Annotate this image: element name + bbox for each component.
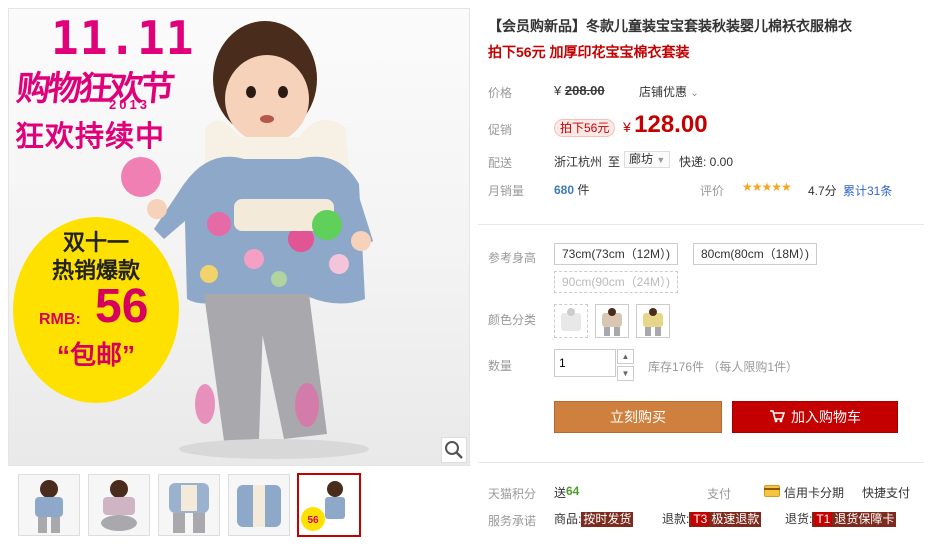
promotion-price-value: 128.00 bbox=[634, 111, 708, 138]
promotion-currency: ¥ bbox=[623, 119, 631, 135]
color-swatch-2[interactable] bbox=[595, 304, 629, 338]
points-label: 天猫积分 bbox=[488, 487, 537, 501]
service-item-2-tag: T3 极速退款 bbox=[689, 512, 762, 527]
service-item-1-label: 商品: bbox=[554, 512, 582, 526]
promotion-price: ¥ 128.00 bbox=[623, 111, 708, 139]
sales-count-value: 680 bbox=[554, 183, 575, 197]
size-option-90[interactable]: 90cm(90cm（24M）) bbox=[554, 271, 679, 293]
size-option-80[interactable]: 80cm(80cm（18M）) bbox=[693, 243, 818, 265]
service-item-2-text: 极速退款 bbox=[711, 512, 760, 526]
points-give: 送 bbox=[554, 486, 567, 500]
service-item-2-label: 退款: bbox=[662, 512, 690, 526]
service-item-2[interactable]: 退款: T3 极速退款 bbox=[662, 510, 762, 527]
service-item-1[interactable]: 商品: 按时发货 bbox=[554, 510, 634, 527]
size-label: 参考身高 bbox=[488, 251, 537, 265]
rating-stars-icon: ★★★★★ bbox=[742, 180, 792, 194]
svg-text:56: 56 bbox=[307, 515, 319, 526]
shipping-label: 配送 bbox=[488, 156, 513, 170]
badge-price-prefix: RMB: bbox=[39, 311, 81, 328]
service-label: 服务承诺 bbox=[488, 514, 537, 528]
original-price: ¥ 208.00 bbox=[554, 83, 605, 98]
buy-now-button[interactable]: 立刻购买 bbox=[554, 401, 722, 433]
cart-icon bbox=[769, 403, 786, 433]
points-value: 64 bbox=[566, 484, 580, 498]
service-item-3-text: 退货保障卡 bbox=[834, 512, 895, 526]
caret-down-icon: ▼ bbox=[656, 155, 666, 165]
sales-count: 680 件 bbox=[554, 181, 589, 198]
service-item-3-tag: T1 退货保障卡 bbox=[812, 512, 897, 527]
chevron-down-icon: ⌄ bbox=[690, 88, 699, 99]
add-to-cart-label: 加入购物车 bbox=[791, 409, 861, 425]
store-discount-label: 店铺优惠 bbox=[639, 85, 688, 99]
badge-shipping: “包邮” bbox=[56, 340, 135, 370]
quantity-label: 数量 bbox=[488, 359, 513, 373]
product-title: 【会员购新品】冬款儿童装宝宝套装秋装婴儿棉袄衣服棉衣 bbox=[488, 18, 852, 34]
quantity-decrease-button[interactable]: ▼ bbox=[617, 366, 634, 381]
thumbnail-2[interactable] bbox=[88, 474, 150, 536]
shipping-to-word: 至 bbox=[608, 155, 621, 169]
divider bbox=[478, 224, 924, 225]
original-price-value: 208.00 bbox=[564, 83, 605, 98]
product-subtitle: 拍下56元 加厚印花宝宝棉衣套装 bbox=[488, 44, 690, 60]
quick-pay[interactable]: 快捷支付 bbox=[862, 484, 910, 501]
color-swatch-3[interactable] bbox=[636, 304, 670, 338]
review-count-link[interactable]: 累计31条 bbox=[843, 182, 892, 199]
shipping-from: 浙江杭州 bbox=[554, 155, 603, 169]
size-option-73[interactable]: 73cm(73cm（12M）) bbox=[554, 243, 679, 265]
pay-label: 支付 bbox=[707, 487, 732, 501]
service-item-3[interactable]: 退货: T1 退货保障卡 bbox=[785, 510, 897, 527]
badge-price: 56 bbox=[95, 280, 149, 333]
main-product-image[interactable]: 11.11 购物狂欢节 2013 狂欢持续中 双十一 热销爆款 RMB: 56 … bbox=[8, 8, 470, 466]
service-item-3-code: T1 bbox=[814, 512, 833, 526]
quantity-input[interactable] bbox=[554, 349, 616, 377]
credit-card-icon bbox=[764, 485, 780, 500]
color-label: 颜色分类 bbox=[488, 313, 537, 327]
destination-label: 廊坊 bbox=[629, 152, 654, 166]
promotion-tag: 拍下56元 bbox=[554, 119, 616, 137]
stock-info: 库存176件 （每人限购1件） bbox=[648, 360, 799, 374]
quantity-increase-button[interactable]: ▲ bbox=[617, 349, 634, 364]
shipping-fee: 快递: 0.00 bbox=[679, 155, 734, 169]
credit-card-installment[interactable]: 信用卡分期 bbox=[784, 484, 844, 501]
add-to-cart-button[interactable]: 加入购物车 bbox=[732, 401, 898, 433]
original-currency: ¥ bbox=[554, 83, 562, 98]
thumbnail-5[interactable]: 56 bbox=[297, 473, 361, 537]
thumbnail-3[interactable] bbox=[158, 474, 220, 536]
thumbnail-4[interactable] bbox=[228, 474, 290, 536]
sales-count-unit: 件 bbox=[577, 183, 590, 197]
shipping-destination-select[interactable]: 廊坊 ▼ bbox=[624, 151, 671, 168]
price-label: 价格 bbox=[488, 86, 513, 100]
thumbnail-strip: 56 bbox=[8, 470, 468, 540]
sales-label: 月销量 bbox=[488, 184, 525, 198]
service-item-1-tag: 按时发货 bbox=[581, 512, 634, 527]
zoom-icon[interactable] bbox=[441, 437, 467, 463]
product-info-panel: 【会员购新品】冬款儿童装宝宝套装秋装婴儿棉袄衣服棉衣 拍下56元 加厚印花宝宝棉… bbox=[478, 0, 924, 548]
divider bbox=[478, 462, 924, 463]
thumbnail-1[interactable] bbox=[18, 474, 80, 536]
promotion-label: 促销 bbox=[488, 123, 513, 137]
rating-value: 4.7分 bbox=[808, 184, 837, 198]
color-swatch-1[interactable] bbox=[554, 304, 588, 338]
service-item-3-label: 退货: bbox=[785, 512, 813, 526]
store-discount-dropdown[interactable]: 店铺优惠 ⌄ bbox=[639, 83, 699, 100]
service-item-2-code: T3 bbox=[691, 512, 710, 526]
rating-label: 评价 bbox=[700, 184, 725, 198]
price-badge: 双十一 热销爆款 RMB: 56 “包邮” bbox=[13, 217, 179, 403]
